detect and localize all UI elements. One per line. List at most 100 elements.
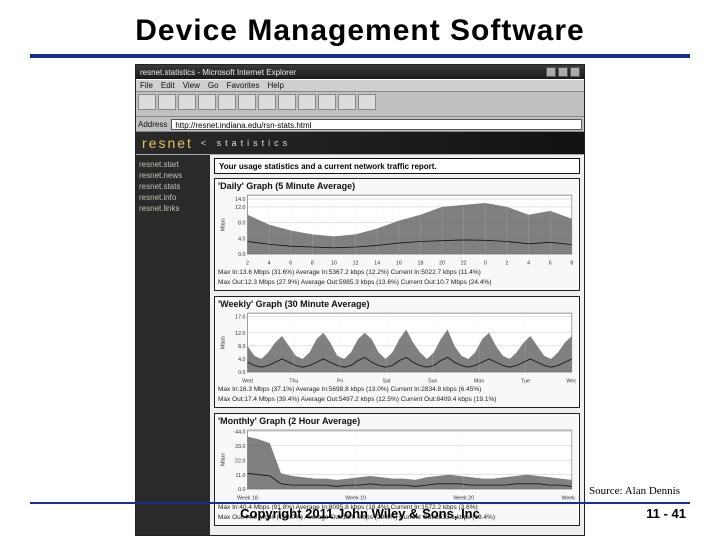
weekly-graph-stats-2: Max Out:17.4 Mbps (39.4%) Average Out:54… bbox=[218, 396, 576, 404]
weekly-graph-card: 'Weekly' Graph (30 Minute Average) 0.0 4.… bbox=[214, 296, 580, 409]
svg-text:Sun: Sun bbox=[428, 378, 437, 384]
address-bar: Address http://resnet.indiana.edu/rsn-st… bbox=[136, 117, 584, 132]
window-title: resnet.statistics - Microsoft Internet E… bbox=[140, 68, 296, 77]
svg-text:22: 22 bbox=[461, 261, 467, 267]
svg-text:6: 6 bbox=[549, 261, 552, 267]
window-titlebar: resnet.statistics - Microsoft Internet E… bbox=[136, 65, 584, 79]
title-rule bbox=[30, 54, 690, 58]
fullscreen-button[interactable] bbox=[318, 94, 336, 110]
monthly-graph-title: 'Monthly' Graph (2 Hour Average) bbox=[218, 416, 576, 426]
menu-help[interactable]: Help bbox=[267, 81, 283, 90]
svg-text:Mbps: Mbps bbox=[220, 218, 226, 231]
monthly-graph: 0.011.022.033.044.0MbpsWeek 18Week 19Wee… bbox=[218, 428, 576, 502]
search-button[interactable] bbox=[238, 94, 256, 110]
svg-text:2: 2 bbox=[505, 261, 508, 267]
svg-text:6: 6 bbox=[289, 261, 292, 267]
slide-title: Device Management Software bbox=[0, 0, 720, 54]
weekly-graph: 0.0 4.0 8.0 12.0 17.0 Mbps Wed Thu Fri Sat Sun Mon T… bbox=[218, 311, 576, 385]
svg-text:Fri: Fri bbox=[337, 378, 343, 384]
daily-graph-stats-2: Max Out:12.3 Mbps (27.9%) Average Out:59… bbox=[218, 279, 576, 287]
weekly-graph-stats-1: Max In:16.3 Mbps (37.1%) Average In:5698… bbox=[218, 386, 576, 394]
address-label: Address bbox=[138, 120, 167, 129]
favorites-button[interactable] bbox=[258, 94, 276, 110]
sidebar-item-links[interactable]: resnet.links bbox=[139, 204, 207, 214]
refresh-button[interactable] bbox=[198, 94, 216, 110]
footer-rule bbox=[30, 502, 690, 504]
page-subtitle: Your usage statistics and a current netw… bbox=[214, 158, 580, 174]
svg-text:16: 16 bbox=[396, 261, 402, 267]
close-icon[interactable] bbox=[570, 67, 580, 77]
menu-favorites[interactable]: Favorites bbox=[227, 81, 260, 90]
menu-bar: File Edit View Go Favorites Help bbox=[136, 79, 584, 92]
daily-graph: 0.0 4.0 8.0 12.0 14.0 Mbps 2 4 6 8 10 12 14 16 18 20 22 0… bbox=[218, 193, 576, 267]
svg-text:12: 12 bbox=[353, 261, 359, 267]
daily-graph-title: 'Daily' Graph (5 Minute Average) bbox=[218, 181, 576, 191]
menu-view[interactable]: View bbox=[183, 81, 200, 90]
daily-graph-stats-1: Max In:13.6 Mbps (31.6%) Average In:5367… bbox=[218, 269, 576, 277]
address-input[interactable]: http://resnet.indiana.edu/rsn-stats.html bbox=[171, 119, 582, 130]
svg-text:17.0: 17.0 bbox=[235, 314, 245, 320]
svg-text:18: 18 bbox=[418, 261, 424, 267]
svg-text:22.0: 22.0 bbox=[235, 459, 245, 465]
svg-text:0.0: 0.0 bbox=[238, 252, 245, 258]
svg-text:2: 2 bbox=[246, 261, 249, 267]
svg-text:0.0: 0.0 bbox=[238, 370, 245, 376]
sidebar-item-info[interactable]: resnet.info bbox=[139, 193, 207, 203]
svg-text:4.0: 4.0 bbox=[238, 357, 245, 363]
menu-edit[interactable]: Edit bbox=[161, 81, 175, 90]
page-number: 11 - 41 bbox=[646, 506, 686, 521]
svg-text:Mon: Mon bbox=[474, 378, 484, 384]
channels-button[interactable] bbox=[298, 94, 316, 110]
svg-text:Tue: Tue bbox=[521, 378, 530, 384]
svg-text:8.0: 8.0 bbox=[238, 221, 245, 227]
stop-button[interactable] bbox=[178, 94, 196, 110]
print-button[interactable] bbox=[358, 94, 376, 110]
svg-text:44.0: 44.0 bbox=[235, 430, 245, 436]
forward-button[interactable] bbox=[158, 94, 176, 110]
svg-text:8.0: 8.0 bbox=[238, 344, 245, 350]
home-button[interactable] bbox=[218, 94, 236, 110]
svg-text:20: 20 bbox=[439, 261, 445, 267]
site-banner: resnet < statistics bbox=[136, 132, 584, 154]
svg-text:12.0: 12.0 bbox=[235, 331, 245, 337]
svg-text:Wed: Wed bbox=[566, 378, 576, 384]
mail-button[interactable] bbox=[338, 94, 356, 110]
copyright: Copyright 2011 John Wiley & Sons, Inc bbox=[0, 506, 720, 521]
menu-go[interactable]: Go bbox=[208, 81, 219, 90]
svg-text:Thu: Thu bbox=[289, 378, 298, 384]
main-panel: Your usage statistics and a current netw… bbox=[210, 155, 584, 535]
svg-text:33.0: 33.0 bbox=[235, 444, 245, 450]
daily-graph-card: 'Daily' Graph (5 Minute Average) 0.0 4.0 8… bbox=[214, 178, 580, 291]
sidebar-item-news[interactable]: resnet.news bbox=[139, 171, 207, 181]
toolbar bbox=[136, 92, 584, 117]
svg-text:14: 14 bbox=[374, 261, 380, 267]
svg-text:12.0: 12.0 bbox=[235, 205, 245, 211]
weekly-graph-title: 'Weekly' Graph (30 Minute Average) bbox=[218, 299, 576, 309]
svg-text:4.0: 4.0 bbox=[238, 236, 245, 242]
site-section: < statistics bbox=[201, 138, 291, 148]
svg-text:Sat: Sat bbox=[383, 378, 391, 384]
minimize-icon[interactable] bbox=[546, 67, 556, 77]
svg-text:14.0: 14.0 bbox=[235, 197, 245, 203]
sidebar: resnet.start resnet.news resnet.stats re… bbox=[136, 155, 210, 535]
source-credit: Source: Alan Dennis bbox=[589, 485, 680, 497]
svg-text:0: 0 bbox=[484, 261, 487, 267]
svg-text:Mbps: Mbps bbox=[220, 453, 226, 466]
svg-text:0.0: 0.0 bbox=[238, 488, 245, 494]
sidebar-item-stats[interactable]: resnet.stats bbox=[139, 182, 207, 192]
menu-file[interactable]: File bbox=[140, 81, 153, 90]
svg-text:10: 10 bbox=[331, 261, 337, 267]
svg-text:8: 8 bbox=[570, 261, 573, 267]
site-name: resnet bbox=[142, 135, 193, 151]
svg-text:8: 8 bbox=[311, 261, 314, 267]
history-button[interactable] bbox=[278, 94, 296, 110]
svg-text:11.0: 11.0 bbox=[236, 473, 246, 479]
maximize-icon[interactable] bbox=[558, 67, 568, 77]
svg-text:Wed: Wed bbox=[242, 378, 253, 384]
svg-text:4: 4 bbox=[527, 261, 530, 267]
svg-text:4: 4 bbox=[268, 261, 271, 267]
svg-text:Mbps: Mbps bbox=[220, 335, 226, 348]
back-button[interactable] bbox=[138, 94, 156, 110]
sidebar-item-start[interactable]: resnet.start bbox=[139, 160, 207, 170]
browser-window: resnet.statistics - Microsoft Internet E… bbox=[135, 64, 585, 536]
